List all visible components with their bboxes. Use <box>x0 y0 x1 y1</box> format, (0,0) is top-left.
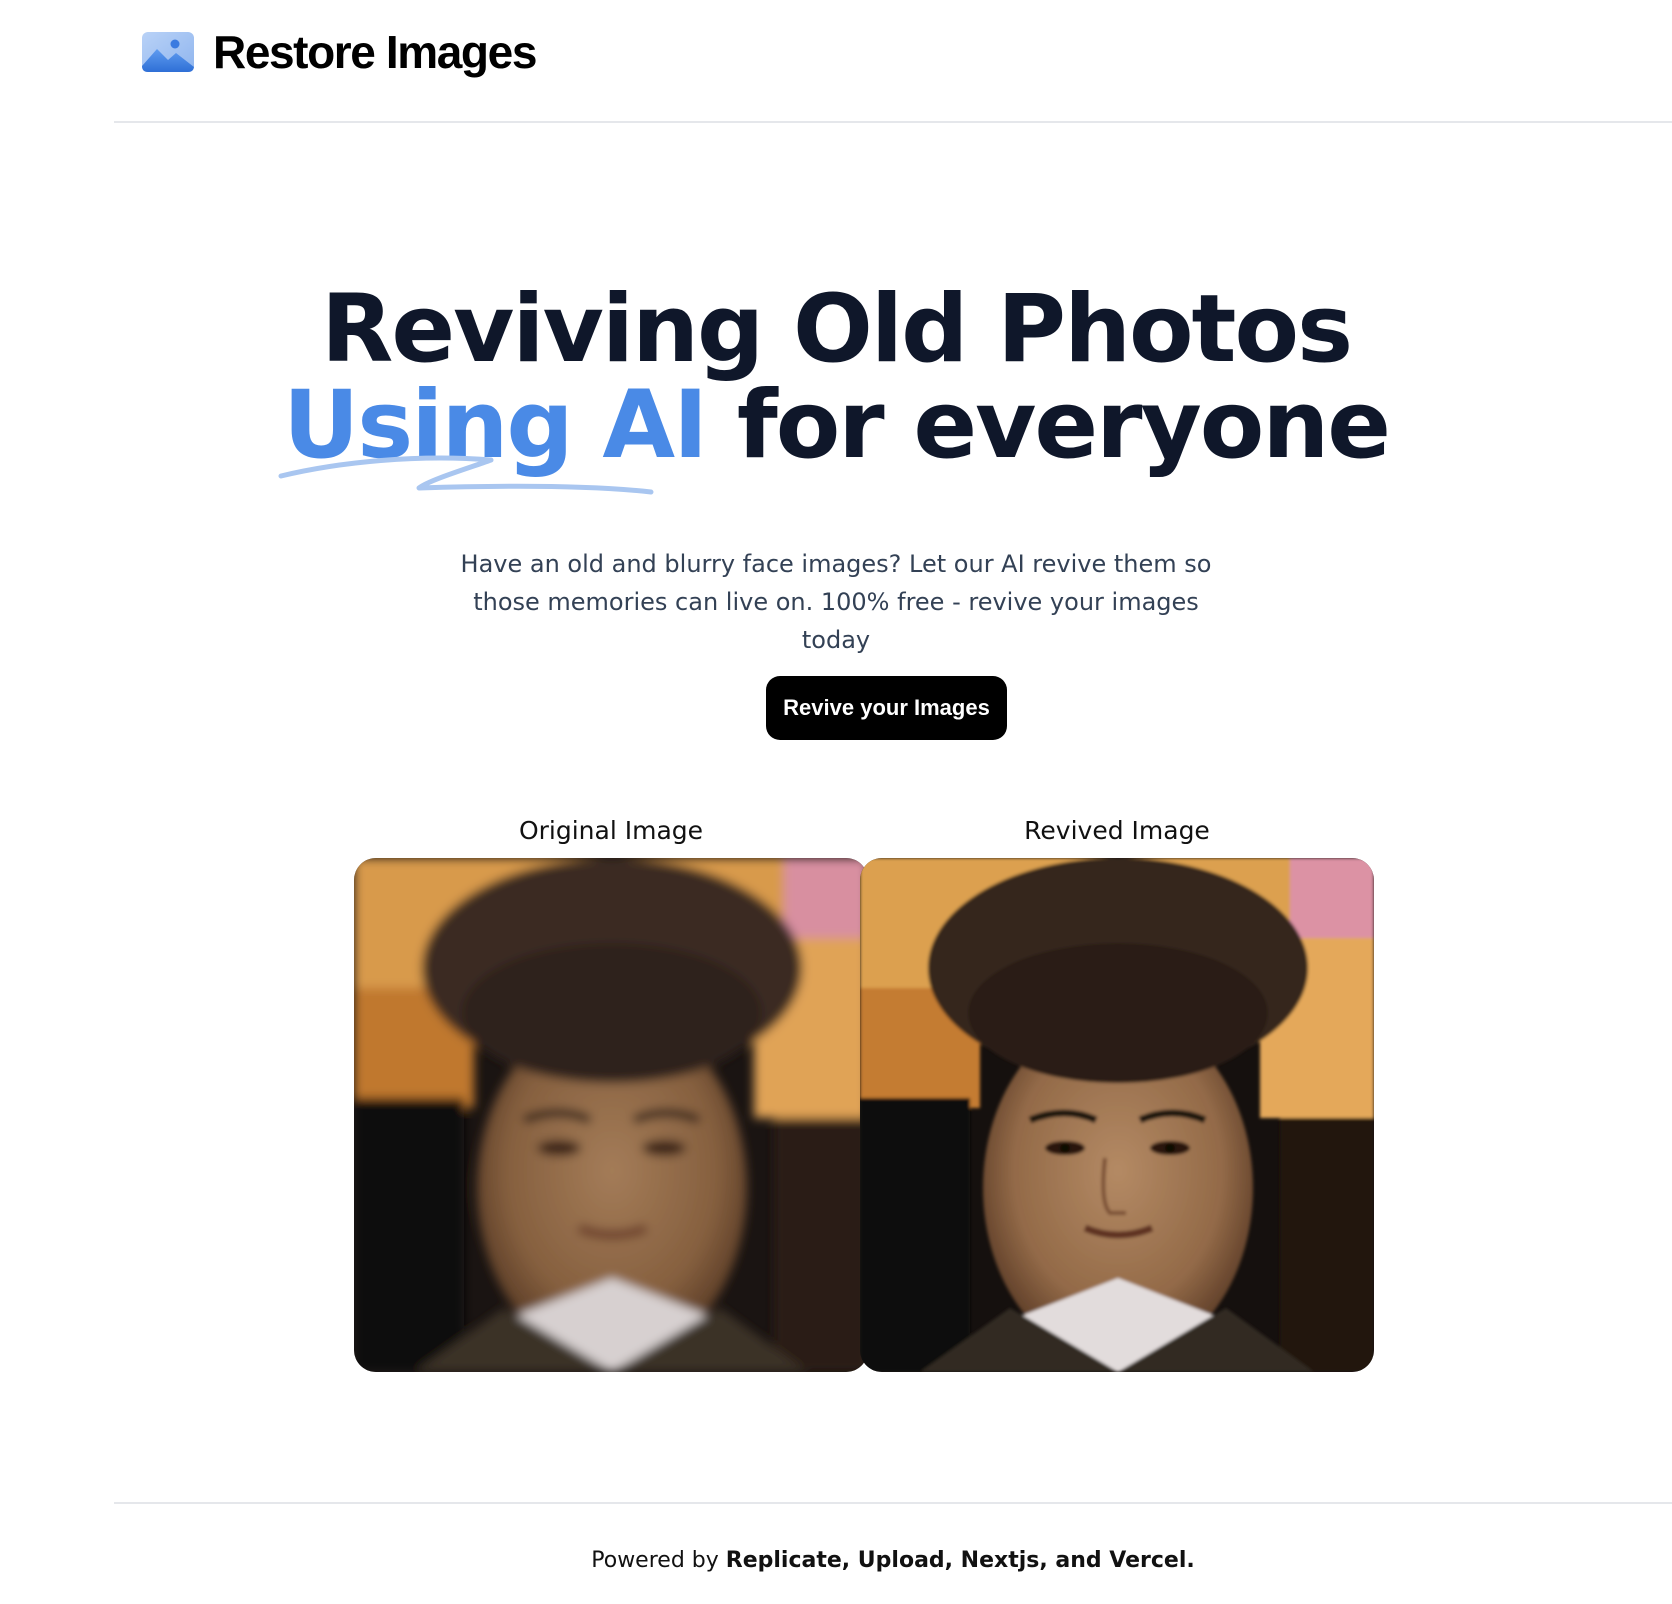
original-image-label: Original Image <box>518 816 704 845</box>
image-icon <box>142 32 194 72</box>
hero-subtitle: Have an old and blurry face images? Let … <box>436 545 1236 659</box>
footer-tech-list: Replicate, Upload, Nextjs, and Vercel. <box>725 1548 1195 1573</box>
hero-title-accent: Using AI <box>278 378 708 495</box>
brand-name: Restore Images <box>213 26 537 78</box>
revived-image-label: Revived Image <box>1024 816 1210 845</box>
revived-photo-svg <box>860 858 1374 1372</box>
footer-prefix: Powered by <box>591 1548 726 1573</box>
footer-credits: Powered by Replicate, Upload, Nextjs, an… <box>114 1548 1672 1573</box>
hero-title: Reviving Old Photos Using AI for everyon… <box>0 275 1672 495</box>
hero-title-line-1: Reviving Old Photos <box>320 275 1353 384</box>
hero-subtitle-line-1: Have an old and blurry face images? Let … <box>460 550 1212 578</box>
site-header: Restore Images <box>114 0 1672 123</box>
hero-title-line-2: Using AI for everyone <box>0 378 1672 495</box>
original-image <box>354 858 868 1372</box>
site-footer: Powered by Replicate, Upload, Nextjs, an… <box>114 1502 1672 1604</box>
revived-image <box>860 858 1374 1372</box>
brand-link[interactable]: Restore Images <box>141 20 537 84</box>
hero-title-rest: for everyone <box>706 371 1391 480</box>
hero-subtitle-line-2: those memories can live on. 100% free - … <box>473 588 1199 654</box>
hero-title-accent-text: Using AI <box>282 371 708 480</box>
revive-images-button[interactable]: Revive your Images <box>766 676 1007 740</box>
original-photo-svg <box>354 858 868 1372</box>
